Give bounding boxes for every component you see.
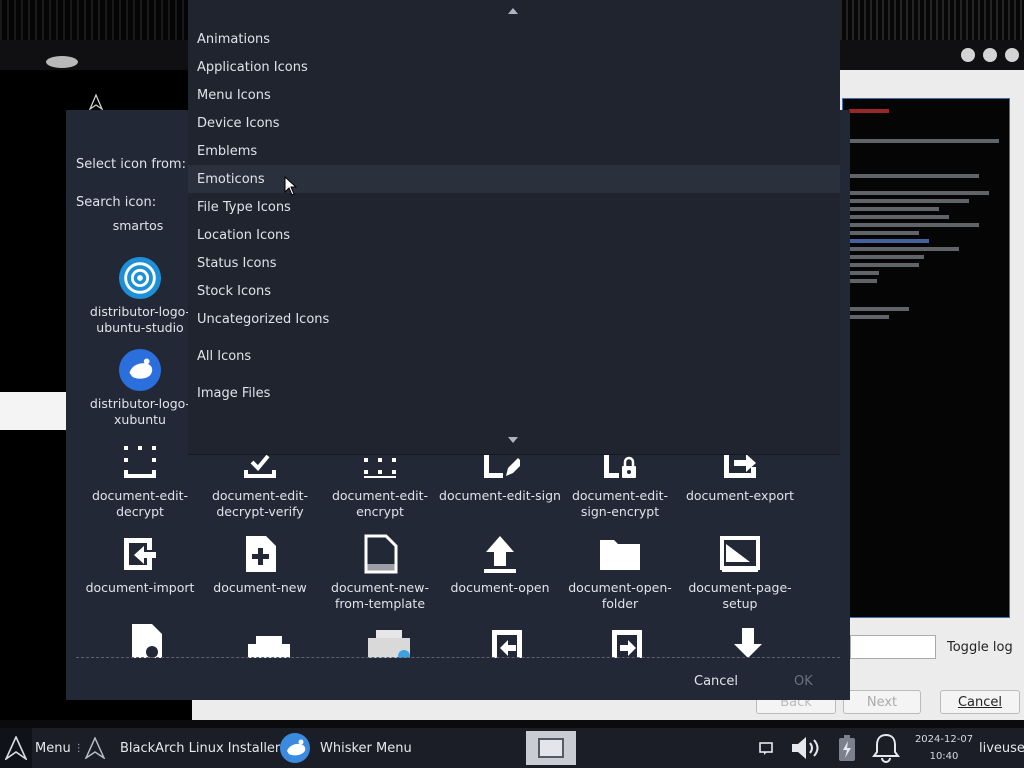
- blackarch-icon: [84, 737, 106, 759]
- document-revert-icon: [492, 630, 522, 658]
- window-button-icon[interactable]: [983, 48, 997, 62]
- icon-cell[interactable]: distributor-logo-xubuntu: [78, 348, 198, 438]
- dropdown-item-emblems[interactable]: Emblems: [188, 137, 840, 165]
- user-label: liveuser: [979, 740, 1024, 756]
- dropdown-item-application-icons[interactable]: Application Icons: [188, 53, 840, 81]
- icon-label: document-open-folder: [568, 580, 672, 611]
- cancel-button[interactable]: Cancel: [940, 690, 1020, 714]
- dropdown-item-uncategorized-icons[interactable]: Uncategorized Icons: [188, 305, 840, 333]
- blackarch-menu-icon[interactable]: [0, 728, 32, 768]
- icon-cell[interactable]: distributor-logo-ubuntu-studio: [78, 256, 198, 346]
- menu-grip-icon: ⋮: [73, 742, 84, 754]
- folder-icon: [598, 532, 642, 576]
- dropdown-item-stock-icons[interactable]: Stock Icons: [188, 277, 840, 305]
- document-edit-decrypt-icon: [118, 440, 162, 484]
- dropdown-item-animations[interactable]: Animations: [188, 25, 840, 53]
- icon-label: document-page-setup: [688, 580, 792, 611]
- icon-label: document-edit-sign: [439, 488, 561, 503]
- task-label: BlackArch Linux Installer: [120, 740, 281, 756]
- icon-source-dropdown[interactable]: Animations Application Icons Menu Icons …: [188, 0, 840, 455]
- document-new-from-template-icon: [358, 532, 402, 576]
- document-send-icon: [612, 630, 642, 658]
- icon-cell[interactable]: document-open-folder: [558, 532, 678, 622]
- scroll-down-icon[interactable]: [508, 437, 518, 443]
- icon-label: document-edit-decrypt-verify: [211, 488, 309, 519]
- printer-icon: [248, 636, 290, 658]
- document-new-icon: [238, 532, 282, 576]
- task-label: Whisker Menu: [320, 740, 412, 756]
- print-preview-icon: [368, 630, 410, 658]
- icon-cell[interactable]: document-edit-decrypt: [78, 440, 198, 530]
- clock[interactable]: 2024-12-07 10:40: [912, 731, 976, 765]
- dropdown-item-device-icons[interactable]: Device Icons: [188, 109, 840, 137]
- icon-label: distributor-logo-ubuntu-studio: [89, 304, 191, 335]
- log-input[interactable]: [850, 635, 936, 659]
- workspace-switcher[interactable]: [526, 731, 576, 765]
- search-icon-label: Search icon:: [76, 195, 157, 210]
- icon-label: document-import: [85, 580, 195, 595]
- battery-icon[interactable]: [836, 728, 858, 768]
- workspace-icon: [538, 738, 564, 758]
- icon-cell[interactable]: document-page-setup: [678, 532, 798, 622]
- cancel-button[interactable]: Cancel: [694, 674, 738, 689]
- dropdown-item-all-icons[interactable]: All Icons: [188, 342, 840, 370]
- clock-time: 10:40: [929, 751, 959, 762]
- logo-icon: [46, 56, 78, 68]
- dropdown-item-image-files[interactable]: Image Files: [188, 379, 840, 407]
- mouse-cursor-icon: [284, 176, 298, 196]
- icon-label: document-edit-encrypt: [331, 488, 429, 519]
- dropdown-item-file-type-icons[interactable]: File Type Icons: [188, 193, 840, 221]
- document-open-icon: [478, 532, 522, 576]
- volume-icon[interactable]: [790, 728, 824, 768]
- icon-label: distributor-logo-xubuntu: [89, 396, 191, 427]
- notification-icon[interactable]: [758, 728, 774, 768]
- ubuntu-studio-logo-icon: [118, 256, 162, 300]
- user-menu[interactable]: liveuser: [979, 728, 1024, 768]
- document-page-setup-icon: [718, 532, 762, 576]
- blackarch-small-icon: [88, 94, 104, 110]
- installer-panel: [0, 392, 70, 430]
- icon-label: document-open: [450, 580, 550, 595]
- dropdown-item-menu-icons[interactable]: Menu Icons: [188, 81, 840, 109]
- icon-label: document-export: [685, 488, 795, 503]
- document-preview-icon: [132, 624, 162, 658]
- select-icon-from-label: Select icon from:: [76, 157, 186, 172]
- taskbar-task-installer[interactable]: BlackArch Linux Installer: [84, 728, 280, 768]
- download-arrow-icon: [734, 628, 762, 658]
- icon-label: document-new-from-template: [331, 580, 429, 611]
- taskbar: Menu ⋮ BlackArch Linux Installer Whisker…: [0, 728, 1024, 768]
- bell-icon[interactable]: [872, 728, 900, 768]
- dropdown-item-status-icons[interactable]: Status Icons: [188, 249, 840, 277]
- document-import-icon: [118, 532, 162, 576]
- menu-label: Menu: [35, 740, 71, 756]
- icon-label: document-edit-sign-encrypt: [571, 488, 669, 519]
- ok-button[interactable]: OK: [794, 674, 813, 689]
- toggle-log-button[interactable]: Toggle log: [947, 640, 1013, 655]
- window-button-icon[interactable]: [961, 48, 975, 62]
- icon-cell[interactable]: document-open: [438, 532, 558, 622]
- xubuntu-logo-icon: [118, 348, 162, 392]
- icon-label: smartos: [112, 218, 164, 233]
- icon-label: document-edit-decrypt: [91, 488, 189, 519]
- next-button[interactable]: Next: [843, 690, 921, 714]
- terminal-background: [840, 0, 1024, 40]
- xubuntu-mouse-icon: [280, 733, 310, 763]
- grid-separator: [76, 657, 840, 658]
- icon-cell[interactable]: document-new: [198, 532, 318, 622]
- icon-cell[interactable]: document-import: [78, 532, 198, 622]
- icon-cell[interactable]: document-new-from-template: [318, 532, 438, 622]
- taskbar-task-whisker[interactable]: Whisker Menu: [279, 728, 412, 768]
- clock-date: 2024-12-07: [914, 734, 974, 745]
- icon-label: document-new: [213, 580, 307, 595]
- menu-button[interactable]: Menu ⋮: [35, 728, 84, 768]
- terminal-log: [842, 98, 1010, 618]
- dropdown-item-location-icons[interactable]: Location Icons: [188, 221, 840, 249]
- scroll-up-icon[interactable]: [508, 8, 518, 14]
- window-button-icon[interactable]: [1005, 48, 1019, 62]
